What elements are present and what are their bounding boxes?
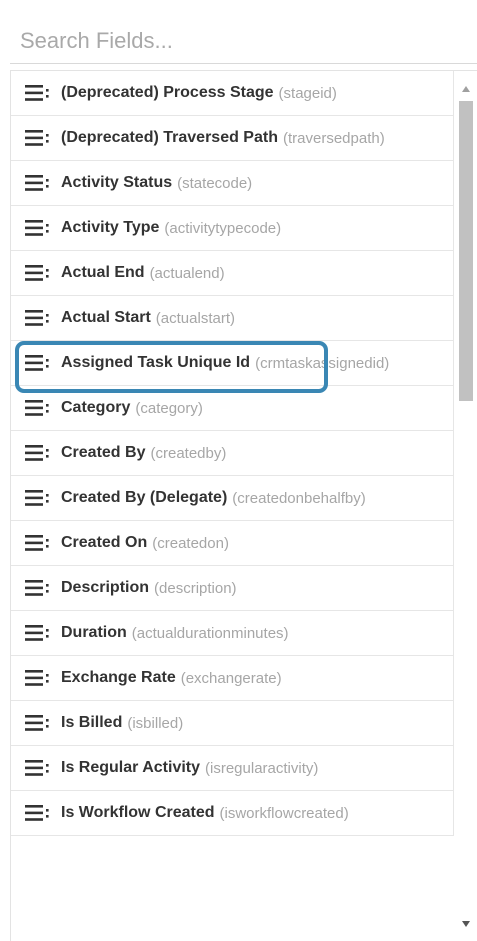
field-label: Actual Start <box>61 309 151 326</box>
drag-handle-icon[interactable] <box>25 129 55 147</box>
scroll-down-arrow-icon[interactable] <box>454 920 477 934</box>
field-label: Activity Status <box>61 174 173 191</box>
field-schema-name: (actualstart) <box>155 309 235 327</box>
field-label: Actual End <box>61 264 145 281</box>
field-schema-name: (createdby) <box>150 444 227 462</box>
field-label: (Deprecated) Process Stage <box>61 84 274 101</box>
field-schema-name: (isbilled) <box>127 714 184 732</box>
search-input[interactable] <box>20 24 460 58</box>
field-label: Created By (Delegate) <box>61 489 228 506</box>
field-row[interactable]: Actual End (actualend) <box>11 251 454 296</box>
field-label: Assigned Task Unique Id <box>61 354 251 371</box>
field-row[interactable]: Assigned Task Unique Id (crmtaskassignedi… <box>11 341 454 386</box>
field-explorer-panel: (Deprecated) Process Stage(stageid)(Depr… <box>10 8 477 941</box>
field-label: Created By <box>61 444 146 461</box>
scrollbar[interactable] <box>454 71 477 941</box>
drag-handle-icon[interactable] <box>25 444 55 462</box>
field-label: Created On <box>61 534 148 551</box>
field-row[interactable]: Created By (Delegate) (createdonbehalfby) <box>11 476 454 521</box>
field-row[interactable]: Is Regular Activity (isregularactivity) <box>11 746 454 791</box>
drag-handle-icon[interactable] <box>25 534 55 552</box>
field-label: Duration <box>61 624 127 641</box>
field-schema-name: (createdon) <box>152 534 229 552</box>
field-row[interactable]: Created By (createdby) <box>11 431 454 476</box>
field-row[interactable]: (Deprecated) Traversed Path (traversedpat… <box>11 116 454 161</box>
field-list-frame: (Deprecated) Process Stage (stageid) (Depr… <box>10 70 477 941</box>
drag-handle-icon[interactable] <box>25 804 55 822</box>
field-row[interactable]: Is Workflow Created (isworkflowcreated) <box>11 791 454 836</box>
field-label: Is Regular Activity <box>61 759 201 776</box>
field-schema-name: (description) <box>154 579 237 597</box>
field-schema-name: (isregularactivity) <box>205 759 319 777</box>
field-label: Category <box>61 399 131 416</box>
field-schema-name: (actualdurationminutes) <box>131 624 289 642</box>
field-schema-name: (activitytypecode) <box>164 219 282 237</box>
drag-handle-icon[interactable] <box>25 264 55 282</box>
drag-handle-icon[interactable] <box>25 624 55 642</box>
field-label: Is Billed <box>61 714 123 731</box>
field-row[interactable]: Category (category) <box>11 386 454 431</box>
field-row[interactable]: Created On (createdon) <box>11 521 454 566</box>
field-schema-name: (createdonbehalfby) <box>232 489 366 507</box>
field-row[interactable]: Activity Status (statecode) <box>11 161 454 206</box>
field-schema-name: (actualend) <box>149 264 225 282</box>
field-list: (Deprecated) Process Stage (stageid) (Depr… <box>11 71 454 836</box>
field-row[interactable]: Is Billed (isbilled) <box>11 701 454 746</box>
field-row[interactable]: Duration (actualdurationminutes) <box>11 611 454 656</box>
field-row[interactable]: Actual Start (actualstart) <box>11 296 454 341</box>
field-row[interactable]: Exchange Rate (exchangerate) <box>11 656 454 701</box>
drag-handle-icon[interactable] <box>25 309 55 327</box>
field-label: Description <box>61 579 150 596</box>
drag-handle-icon[interactable] <box>25 714 55 732</box>
drag-handle-icon[interactable] <box>25 174 55 192</box>
field-row[interactable]: Description (description) <box>11 566 454 611</box>
field-schema-name: (statecode) <box>177 174 253 192</box>
drag-handle-icon[interactable] <box>25 354 55 372</box>
field-schema-name: (category) <box>135 399 203 417</box>
drag-handle-icon[interactable] <box>25 399 55 417</box>
drag-handle-icon[interactable] <box>25 669 55 687</box>
scroll-thumb[interactable] <box>459 101 473 401</box>
field-label: Exchange Rate <box>61 669 176 686</box>
field-label: (Deprecated) Traversed Path <box>61 129 278 146</box>
scroll-up-arrow-icon[interactable] <box>454 85 477 99</box>
field-schema-name: (stageid) <box>278 84 337 102</box>
field-schema-name: (isworkflowcreated) <box>219 804 349 822</box>
field-schema-name: (crmtaskassignedid) <box>255 354 390 372</box>
field-schema-name: (exchangerate) <box>180 669 282 687</box>
field-label: Is Workflow Created <box>61 804 215 821</box>
drag-handle-icon[interactable] <box>25 489 55 507</box>
field-row[interactable]: Activity Type (activitytypecode) <box>11 206 454 251</box>
drag-handle-icon[interactable] <box>25 84 55 102</box>
drag-handle-icon[interactable] <box>25 219 55 237</box>
drag-handle-icon[interactable] <box>25 759 55 777</box>
field-schema-name: (traversedpath) <box>282 129 385 147</box>
drag-handle-icon[interactable] <box>25 579 55 597</box>
field-row[interactable]: (Deprecated) Process Stage (stageid) <box>11 71 454 116</box>
field-label: Activity Type <box>61 219 160 236</box>
search-box <box>10 18 477 64</box>
